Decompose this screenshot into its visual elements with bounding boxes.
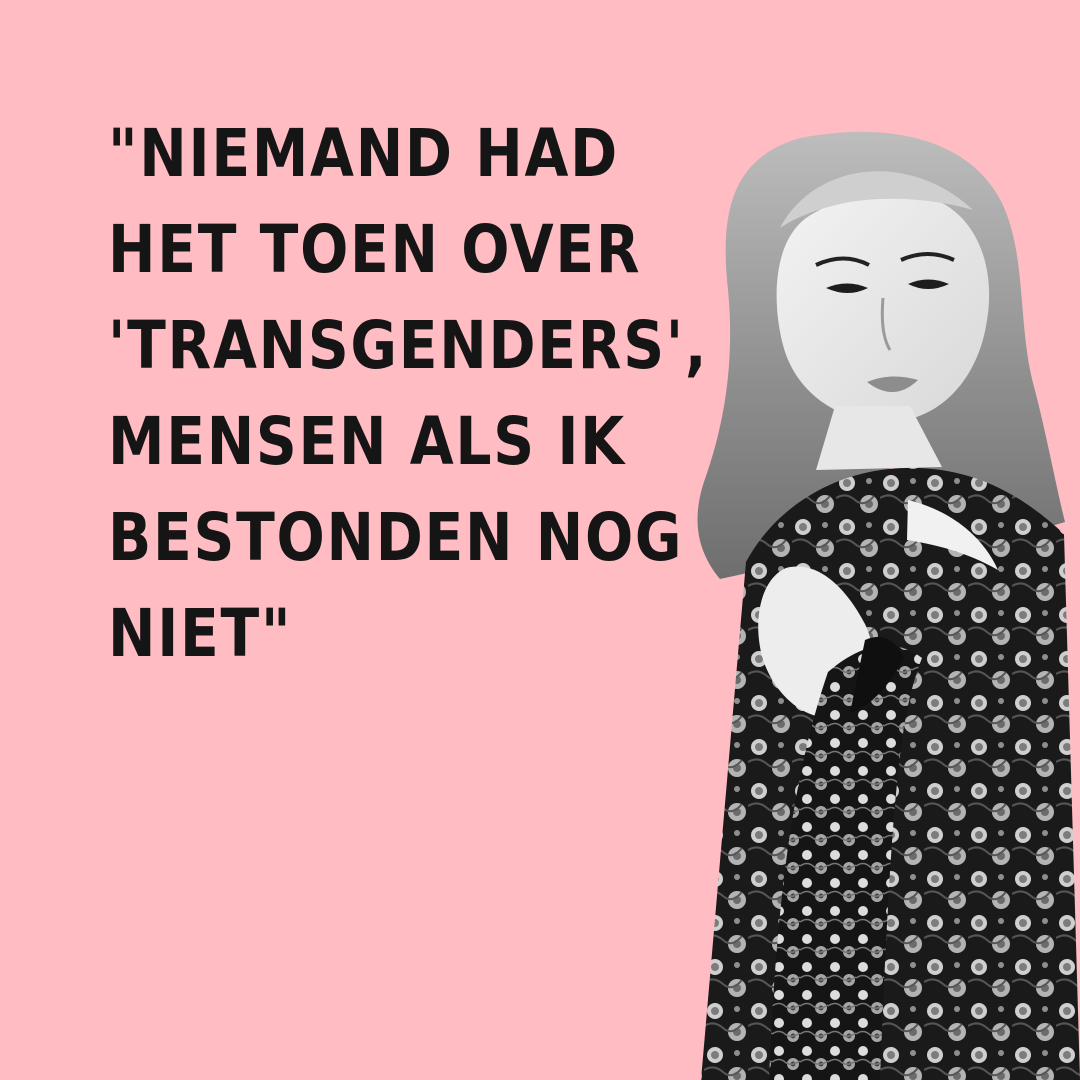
quote-line-5: BESTONDEN NOG [108,499,684,576]
quote-line-3: 'TRANSGENDERS', [108,307,709,384]
quote-line-4: MENSEN ALS IK [108,403,626,480]
quote-text: "NIEMAND HAD HET TOEN OVER 'TRANSGENDERS… [108,106,758,682]
quote-line-6: NIET" [108,595,293,672]
quote-line-1: "NIEMAND HAD [108,115,619,192]
quote-line-2: HET TOEN OVER [108,211,642,288]
